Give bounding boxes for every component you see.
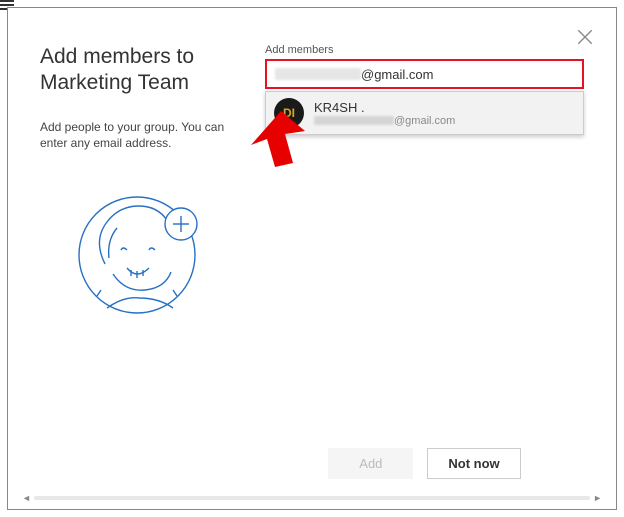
button-bar: Add Not now	[241, 434, 608, 501]
left-panel: Add members to Marketing Team Add people…	[40, 44, 265, 434]
field-label: Add members	[265, 44, 584, 56]
horizontal-scrollbar[interactable]	[34, 496, 590, 500]
dialog-frame: Add members to Marketing Team Add people…	[7, 7, 617, 510]
suggestion-email: @gmail.com	[314, 115, 455, 127]
avatar: DI	[274, 98, 304, 128]
email-input-wrapper[interactable]	[265, 59, 584, 89]
suggestion-email-suffix: @gmail.com	[394, 115, 455, 127]
add-members-input[interactable]	[361, 67, 574, 82]
scroll-left-icon[interactable]: ◄	[22, 493, 31, 503]
redacted-email-prefix	[275, 68, 361, 80]
dialog-heading: Add members to Marketing Team	[40, 44, 247, 97]
not-now-button[interactable]: Not now	[427, 448, 520, 479]
add-button: Add	[328, 448, 413, 479]
suggestion-text: KR4SH . @gmail.com	[314, 100, 455, 127]
person-illustration	[40, 180, 247, 330]
dialog-description: Add people to your group. You can enter …	[40, 119, 247, 153]
suggestion-name: KR4SH .	[314, 100, 455, 115]
add-members-dialog: Add members to Marketing Team Add people…	[16, 16, 608, 501]
avatar-initials: DI	[283, 106, 295, 120]
scroll-right-icon[interactable]: ►	[593, 493, 602, 503]
redacted-suggestion-prefix	[314, 116, 394, 125]
contact-suggestion[interactable]: DI KR4SH . @gmail.com	[265, 91, 584, 135]
right-panel: Add members DI KR4SH . @gmail.com	[265, 44, 584, 434]
